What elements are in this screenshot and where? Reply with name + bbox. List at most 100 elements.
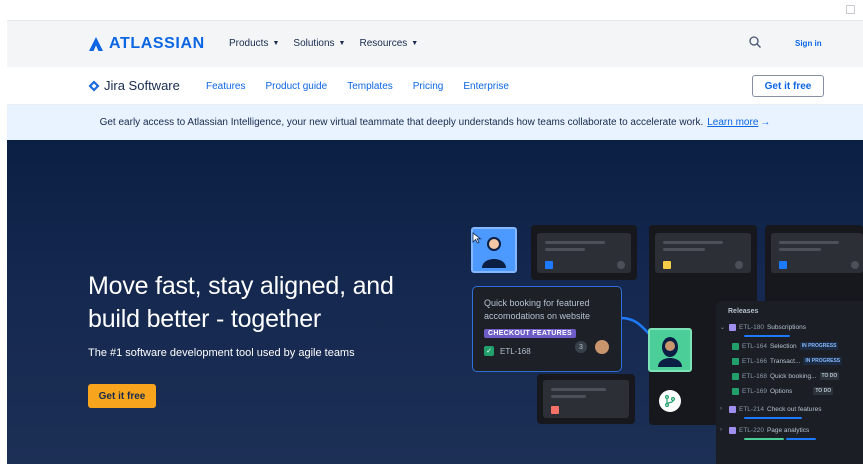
search-icon[interactable] [748, 35, 762, 49]
nav-solutions[interactable]: Solutions ▼ [293, 38, 345, 49]
release-label: Subscriptions [766, 323, 806, 331]
story-icon [545, 261, 553, 269]
progress-bar [744, 438, 784, 440]
release-row[interactable]: › ETL-214 Check out features [720, 403, 822, 415]
release-label: Transact... [769, 357, 801, 365]
release-row[interactable]: ETL-169 Options TO DO [732, 385, 834, 397]
browser-top-strip [7, 0, 863, 21]
epic-icon [729, 323, 736, 331]
nav-templates[interactable]: Templates [347, 81, 393, 92]
progress-bar [786, 438, 816, 440]
chevron-right-icon: › [720, 406, 722, 412]
story-check-icon: ✓ [484, 346, 494, 356]
nav-enterprise[interactable]: Enterprise [463, 81, 509, 92]
release-key: ETL-168 [742, 372, 767, 380]
nav-products[interactable]: Products ▼ [229, 38, 279, 49]
avatar [851, 261, 859, 269]
releases-title: Releases [728, 308, 759, 315]
issue-key: ETL-168 [500, 347, 531, 356]
release-row[interactable]: ETL-164 Selection IN PROGRESS [732, 340, 839, 352]
board-card [543, 380, 629, 418]
board-card [537, 233, 631, 273]
jira-software-wordmark: Jira Software [104, 78, 180, 93]
epic-icon [729, 405, 736, 413]
nav-solutions-label: Solutions [293, 38, 335, 49]
epic-icon [729, 426, 736, 434]
story-icon [732, 342, 739, 350]
board-column [531, 225, 637, 280]
chevron-down-icon: ▼ [272, 40, 280, 47]
product-nav: Jira Software Features Product guide Tem… [7, 67, 863, 105]
avatar [617, 261, 625, 269]
global-nav-links: Products ▼ Solutions ▼ Resources ▼ [229, 38, 418, 49]
release-row[interactable]: ETL-168 Quick booking... TO DO [732, 370, 840, 382]
progress-bar [744, 417, 802, 419]
release-key: ETL-166 [742, 357, 767, 365]
release-key: ETL-220 [739, 426, 764, 434]
person-icon [482, 237, 506, 268]
nav-resources[interactable]: Resources ▼ [359, 38, 418, 49]
chevron-down-icon: ▼ [411, 40, 419, 47]
person-icon [658, 337, 682, 367]
release-label: Check out features [766, 405, 822, 413]
nav-pricing[interactable]: Pricing [413, 81, 444, 92]
cursor-icon [472, 232, 482, 244]
release-key: ETL-169 [742, 387, 767, 395]
nav-features[interactable]: Features [206, 81, 245, 92]
branch-icon [659, 390, 681, 412]
user-avatar-tile [648, 328, 692, 372]
status-badge: TO DO [813, 387, 834, 395]
atlassian-triangle-icon [89, 37, 103, 51]
release-label: Options [769, 387, 793, 395]
story-icon [732, 357, 739, 365]
release-label: Selection [769, 342, 797, 350]
atlassian-logo[interactable]: ATLASSIAN [88, 35, 205, 53]
bug-icon [551, 406, 559, 414]
board-card [771, 233, 863, 273]
quick-booking-card[interactable]: Quick booking for featured accomodations… [472, 286, 622, 372]
release-row[interactable]: ETL-166 Transact... IN PROGRESS [732, 355, 843, 367]
release-row[interactable]: › ETL-220 Page analytics [720, 424, 809, 436]
learn-more-link[interactable]: Learn more [707, 117, 758, 128]
announcement-banner: Get early access to Atlassian Intelligen… [7, 105, 863, 140]
atlassian-wordmark: ATLASSIAN [109, 35, 205, 52]
release-key: ETL-214 [739, 405, 764, 413]
story-points-badge: 3 [575, 341, 587, 353]
global-nav: ATLASSIAN Products ▼ Solutions ▼ Resources… [7, 21, 863, 67]
releases-panel: Releases ⌄ ETL-180 Subscriptions ETL-164… [716, 301, 863, 464]
nav-product-guide[interactable]: Product guide [265, 81, 327, 92]
release-row[interactable]: ⌄ ETL-180 Subscriptions [720, 321, 806, 333]
release-label: Page analytics [766, 426, 810, 434]
release-label: Quick booking... [769, 372, 817, 380]
chevron-down-icon: ▼ [338, 40, 346, 47]
get-it-free-nav-button[interactable]: Get it free [752, 75, 824, 97]
browser-viewport: ATLASSIAN Products ▼ Solutions ▼ Resources… [7, 0, 863, 464]
nav-resources-label: Resources [359, 38, 408, 49]
chevron-right-icon: › [720, 427, 722, 433]
product-nav-links: Features Product guide Templates Pricing… [206, 81, 509, 92]
status-badge: IN PROGRESS [803, 357, 843, 365]
story-icon [779, 261, 787, 269]
progress-bar [744, 335, 790, 337]
hero-section: Move fast, stay aligned, and build bette… [7, 140, 863, 464]
avatar [735, 261, 743, 269]
sign-in-link[interactable]: Sign in [795, 39, 822, 48]
release-key: ETL-180 [739, 323, 764, 331]
chevron-down-icon: ⌄ [720, 324, 726, 331]
window-control-icon[interactable] [846, 5, 855, 14]
task-icon [663, 261, 671, 269]
avatar [595, 340, 609, 354]
release-key: ETL-164 [742, 342, 767, 350]
status-badge: TO DO [819, 372, 840, 380]
banner-text: Get early access to Atlassian Intelligen… [99, 117, 704, 128]
story-icon [732, 387, 739, 395]
board-column [537, 374, 635, 424]
card-title: Quick booking for featured accomodations… [484, 298, 591, 321]
arrow-right-icon: → [760, 117, 771, 128]
jira-software-logo[interactable]: Jira Software [88, 78, 180, 93]
story-icon [732, 372, 739, 380]
jira-diamond-icon [88, 80, 100, 91]
status-badge: IN PROGRESS [799, 342, 839, 350]
board-card [655, 233, 751, 273]
epic-tag: CHECKOUT FEATURES [484, 329, 576, 338]
